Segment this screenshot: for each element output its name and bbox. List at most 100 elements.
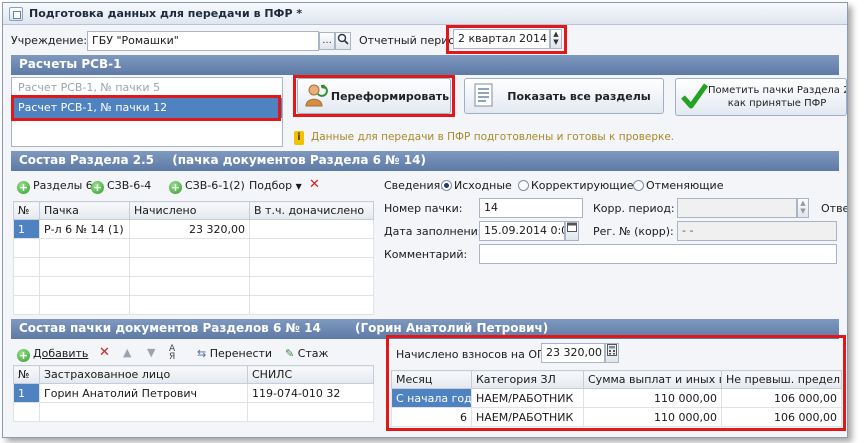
radio-corrective-label: Корректирующие (531, 179, 634, 192)
add-icon: + (17, 181, 30, 194)
delete-icon: ✕ (309, 177, 320, 192)
add-icon: + (17, 349, 30, 362)
radio-initial-icon (441, 180, 452, 191)
table-row[interactable]: 1 Горин Анатолий Петрович 119-074-010 32 (13, 383, 374, 403)
comment-field[interactable] (479, 244, 837, 264)
section6-person: (Горин Анатолий Петрович) (355, 321, 549, 335)
sections6-label: Разделы 6 (33, 179, 93, 192)
pencil-icon: ✎ (285, 347, 295, 360)
persons-table[interactable]: № Застрахованное лицо СНИЛС 1 Горин Анат… (13, 365, 374, 422)
cell-accrued: 23 320,00 (129, 219, 250, 239)
col-header-person[interactable]: Застрахованное лицо (39, 365, 248, 384)
highlight-period (446, 25, 567, 54)
comment-label: Комментарий: (384, 248, 468, 261)
seniority-button[interactable]: ✎ Стаж (285, 347, 328, 360)
col-header-accrued[interactable]: Начислено (129, 201, 250, 220)
reg-number-field[interactable]: - - (677, 221, 837, 241)
document-list-icon (473, 82, 495, 111)
select-button[interactable]: ... (319, 32, 335, 50)
section25-title: Состав Раздела 2.5 (19, 153, 155, 167)
fill-date-label: Дата заполнения: (384, 225, 489, 238)
cell-additional (249, 219, 374, 239)
radio-initial[interactable]: Исходные (441, 179, 512, 192)
checkmark-icon (680, 82, 709, 113)
sort-icon[interactable]: AЯ (169, 345, 175, 362)
szv61-label: СЗВ-6-1(2) (185, 179, 245, 192)
radio-corrective-icon (518, 180, 529, 191)
answer-label: Ответ (821, 202, 847, 215)
add-icon: + (91, 181, 104, 194)
cell-pack: Р-л 6 № 14 (1) (39, 219, 130, 239)
corr-period-label: Корр. период: (593, 202, 675, 215)
title-bar: Подготовка данных для передачи в ПФР * (3, 3, 847, 25)
add-label: Добавить (33, 347, 89, 360)
institution-field[interactable]: ГБУ "Ромашки" (87, 31, 319, 51)
transfer-button[interactable]: ⇆ Перенести (197, 347, 272, 360)
corr-period-field[interactable] (677, 198, 797, 218)
szv64-label: СЗВ-6-4 (107, 179, 152, 192)
col-header-n[interactable]: № (13, 365, 40, 384)
main-window: Подготовка данных для передачи в ПФР * У… (2, 2, 848, 438)
col-header-pack[interactable]: Пачка (39, 201, 130, 220)
szv64-button[interactable]: + СЗВ-6-4 (91, 179, 151, 194)
packs-table-header: № Пачка Начислено В т.ч. доначислено (13, 201, 374, 220)
transfer-label: Перенести (209, 347, 273, 360)
window-title: Подготовка данных для передачи в ПФР * (29, 7, 303, 20)
highlight-accrued (386, 335, 846, 431)
packs-table[interactable]: № Пачка Начислено В т.ч. доначислено 1 Р… (13, 201, 374, 315)
add-icon: + (169, 181, 182, 194)
delete-button[interactable]: ✕ (309, 177, 320, 192)
selection-label: Подбор (249, 179, 293, 192)
cell-n: 1 (13, 219, 40, 239)
radio-initial-label: Исходные (454, 179, 512, 192)
fill-date-field[interactable]: 15.09.2014 0:00 (479, 221, 565, 241)
mark-accepted-button[interactable]: Пометить пачки Раздела 2 как принятые ПФ… (675, 78, 847, 116)
mark-button-line1: Пометить пачки Раздела 2 (708, 85, 846, 96)
radio-cancel[interactable]: Отменяющие (633, 179, 723, 192)
radio-corrective[interactable]: Корректирующие (518, 179, 634, 192)
col-header-n[interactable]: № (13, 201, 40, 220)
move-down-button[interactable]: ▼ (147, 346, 155, 359)
section25-subtitle: (пачка документов Раздела 6 № 14) (172, 153, 426, 167)
institution-label: Учреждение: (11, 34, 88, 47)
delete-icon: ✕ (99, 345, 110, 360)
info-icon: i (294, 130, 304, 145)
search-icon[interactable] (335, 32, 351, 50)
szv61-button[interactable]: + СЗВ-6-1(2) (169, 179, 245, 194)
add-button[interactable]: + Добавить (17, 347, 88, 362)
section6-title: Состав пачки документов Разделов 6 № 14 (19, 321, 321, 335)
sections6-button[interactable]: + Разделы 6 (17, 179, 93, 194)
document-icon (9, 7, 23, 21)
cell-snils: 119-074-010 32 (247, 383, 374, 403)
table-row[interactable]: 1 Р-л 6 № 14 (1) 23 320,00 (13, 219, 374, 239)
reg-number-label: Рег. № (корр): (593, 225, 674, 238)
col-header-additional[interactable]: В т.ч. доначислено (249, 201, 374, 220)
cell-person: Горин Анатолий Петрович (39, 383, 248, 403)
corr-period-spinner-icon[interactable]: ▲ ▼ (797, 198, 809, 218)
delete-row-button[interactable]: ✕ (99, 345, 110, 360)
move-up-button[interactable]: ▲ (123, 346, 131, 359)
seniority-label: Стаж (297, 347, 329, 360)
highlight-rsv-item (11, 95, 281, 121)
section25-header: Состав Раздела 2.5 (пачка документов Раз… (11, 151, 839, 171)
cell-n: 1 (13, 383, 40, 403)
radio-cancel-label: Отменяющие (646, 179, 724, 192)
rsv-section-header: Расчеты РСВ-1 (11, 55, 839, 75)
selection-button[interactable]: Подбор ▼ (249, 179, 302, 192)
rsv-section-title: Расчеты РСВ-1 (19, 57, 122, 71)
pack-number-field[interactable]: 14 (479, 198, 583, 218)
calendar-icon[interactable] (565, 221, 579, 241)
mark-button-line2: как принятые ПФР (727, 98, 827, 109)
transfer-icon: ⇆ (197, 347, 207, 360)
dropdown-arrow-icon: ▼ (295, 182, 302, 191)
info-kind-label: Сведения: (384, 179, 444, 192)
show-sections-label: Показать все разделы (507, 89, 651, 103)
highlight-reform (293, 75, 455, 117)
info-text: Данные для передачи в ПФР подготовлены и… (311, 131, 675, 143)
pack-number-label: Номер пачки: (384, 202, 463, 215)
col-header-snils[interactable]: СНИЛС (247, 365, 374, 384)
arrow-down-icon: ▼ (147, 346, 156, 359)
show-sections-button[interactable]: Показать все разделы (464, 78, 664, 114)
radio-cancel-icon (633, 180, 644, 191)
arrow-up-icon: ▲ (123, 346, 132, 359)
